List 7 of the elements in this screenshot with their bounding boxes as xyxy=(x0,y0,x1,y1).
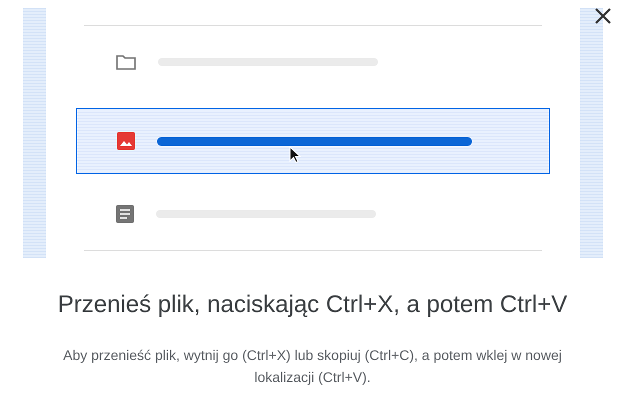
description-text: Aby przenieść plik, wytnij go (Ctrl+X) lub skopiuj (Ctrl+C), a potem wklej w nowej lokalizacji (Ctrl+V). xyxy=(62,346,563,387)
close-icon xyxy=(594,7,612,25)
folder-icon xyxy=(116,54,136,70)
document-icon xyxy=(116,205,134,223)
image-icon xyxy=(116,132,134,150)
cursor-icon xyxy=(288,146,300,164)
dialog-title: Przenieś plik, naciskając Ctrl+X, a potem Ctrl+V xyxy=(56,290,568,320)
